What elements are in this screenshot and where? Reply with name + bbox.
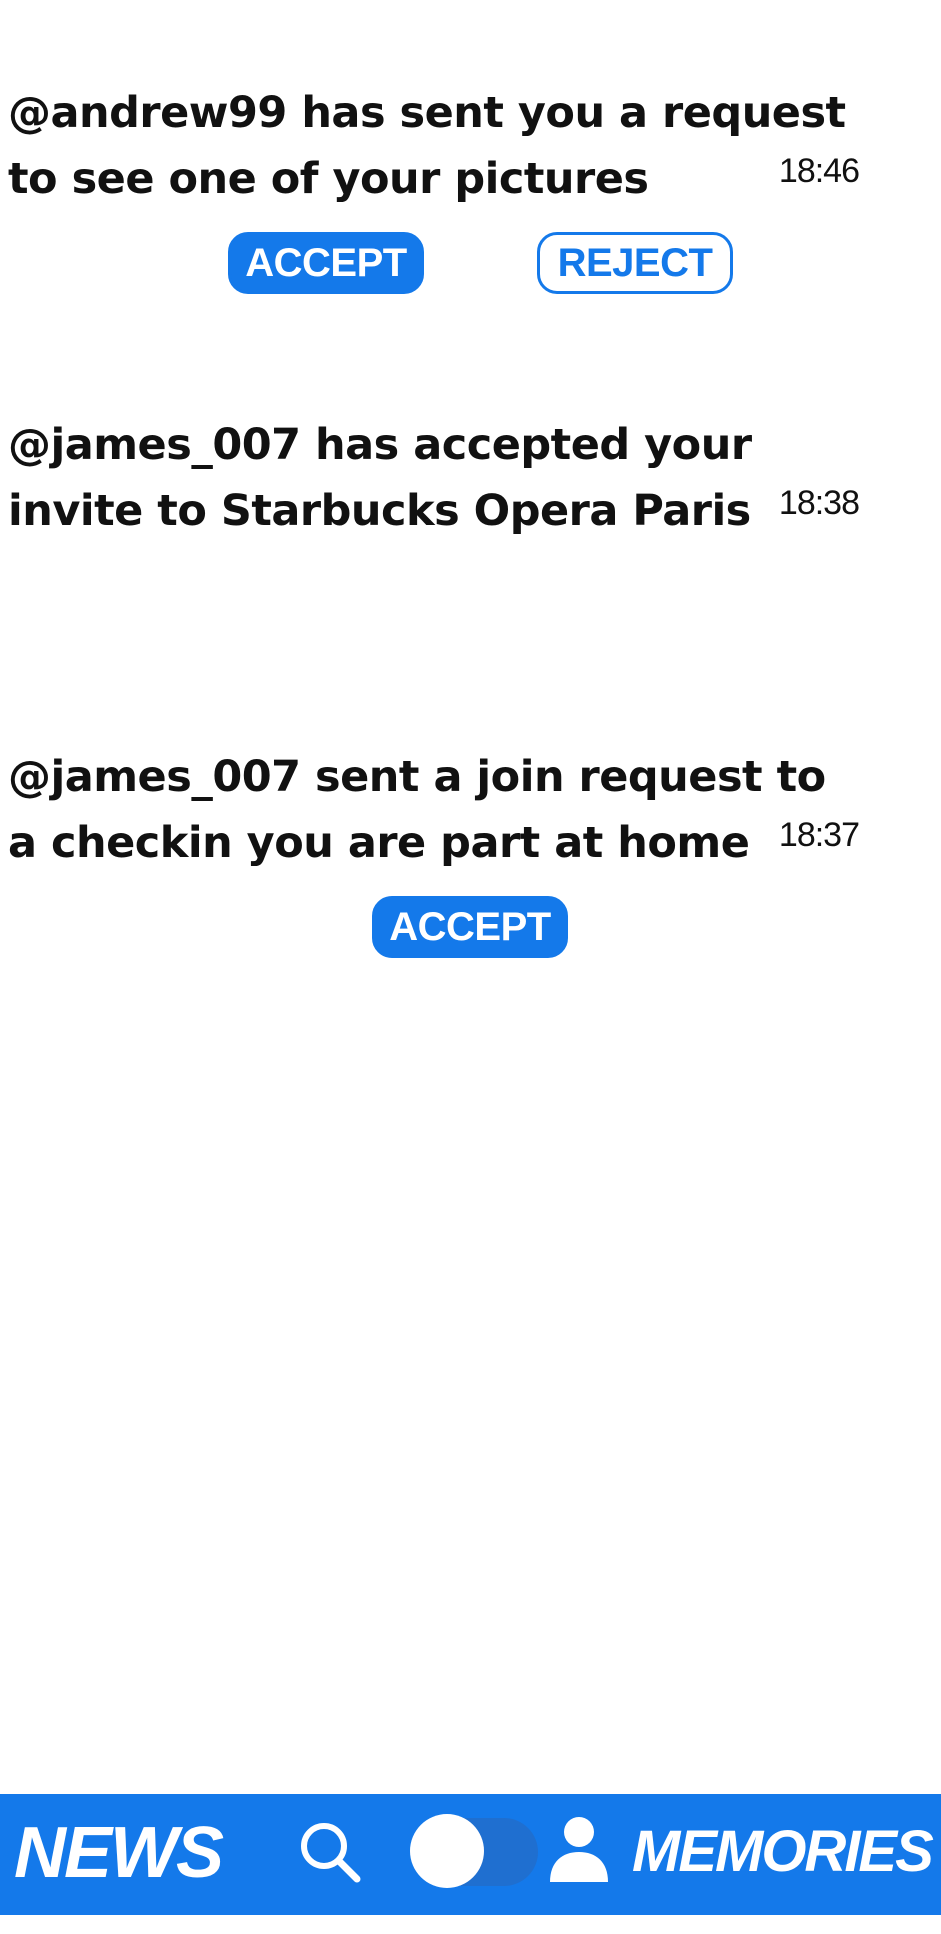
reject-button[interactable]: REJECT [537,232,733,294]
mode-toggle-switch[interactable] [410,1814,538,1890]
nav-memories-tab[interactable]: MEMORIES [632,1814,934,1890]
notification-message-line-1: @james_007 sent a join request to [8,752,826,802]
notification-message-line-1: @james_007 has accepted your [8,420,752,470]
toggle-knob [410,1814,484,1888]
notification-timestamp: 18:38 [778,484,860,522]
notification-message: @james_007 sent a join request to a chec… [8,744,826,876]
notification-message-line-2: to see one of your pictures [8,154,649,204]
notification-message-line-2: invite to Starbucks Opera Paris [8,486,751,536]
accept-button[interactable]: ACCEPT [228,232,424,294]
search-icon[interactable] [296,1818,364,1886]
nav-news-tab[interactable]: NEWS [14,1808,224,1898]
notification-timestamp: 18:37 [778,816,860,854]
accept-button[interactable]: ACCEPT [372,896,568,958]
notification-message-line-2: a checkin you are part at home [8,818,750,868]
notification-message: @james_007 has accepted your invite to S… [8,412,788,544]
notification-message-line-1: @andrew99 has sent you a request [8,88,846,138]
notification-message: @andrew99 has sent you a request to see … [8,80,846,212]
notification-timestamp: 18:46 [778,152,860,190]
bottom-safe-area [0,1915,941,1934]
bottom-navigation-bar: NEWS MEMORIES [0,1794,941,1915]
profile-icon[interactable] [548,1814,610,1884]
